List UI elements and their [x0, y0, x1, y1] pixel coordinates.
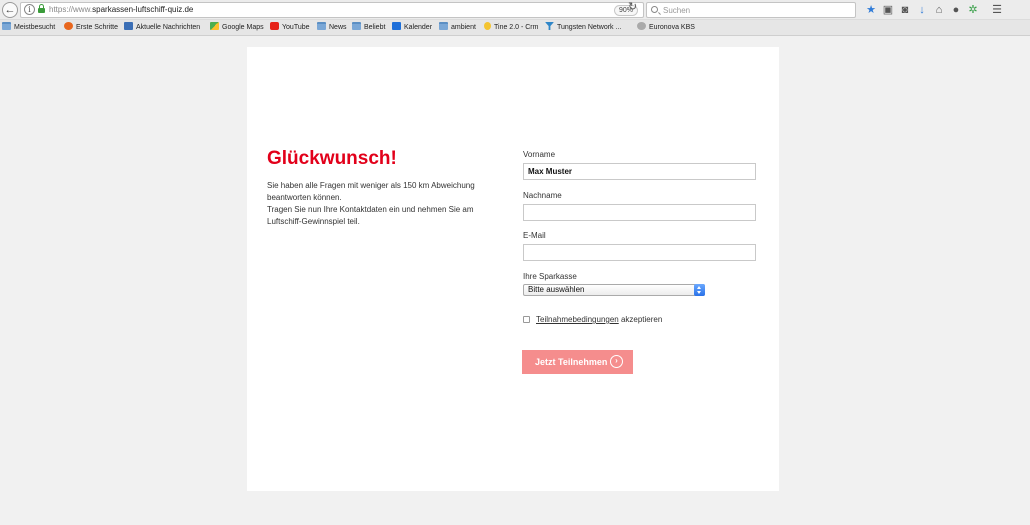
- bookmarks-bar: Meistbesucht Erste Schritte Aktuelle Nac…: [0, 20, 1030, 36]
- terms-checkbox[interactable]: [523, 316, 530, 323]
- bookmark-label: YouTube: [282, 24, 310, 31]
- bookmark-label: Tine 2.0 - Crm: [494, 24, 539, 31]
- intro-line-2: Tragen Sie nun Ihre Kontaktdaten ein und…: [267, 205, 474, 226]
- sparkasse-label: Ihre Sparkasse: [523, 272, 577, 281]
- tine-icon: [484, 22, 491, 30]
- terms-row: Teilnahmebedingungen akzeptieren: [523, 315, 662, 324]
- extension-icon[interactable]: ●: [949, 3, 963, 17]
- maps-icon: [210, 22, 219, 30]
- bookmark-label: News: [329, 24, 347, 31]
- bookmark-tine[interactable]: Tine 2.0 - Crm: [484, 22, 538, 34]
- clipboard-icon[interactable]: ▣: [881, 3, 895, 17]
- bookmark-euronova[interactable]: Euronova KBS: [637, 22, 695, 34]
- bookmark-label: Euronova KBS: [649, 24, 695, 31]
- email-field[interactable]: [523, 244, 756, 261]
- bookmark-label: ambient: [451, 24, 476, 31]
- terms-link[interactable]: Teilnahmebedingungen: [536, 315, 619, 324]
- url-text[interactable]: https://www.sparkassen-luftschiff-quiz.d…: [49, 5, 193, 14]
- globe-icon: [637, 22, 646, 30]
- bookmark-google-maps[interactable]: Google Maps: [210, 22, 264, 34]
- intro-line-1: Sie haben alle Fragen mit weniger als 15…: [267, 181, 475, 202]
- info-icon[interactable]: i: [24, 4, 35, 15]
- search-bar[interactable]: [646, 2, 856, 18]
- sparkasse-selected-value: Bitte auswählen: [528, 285, 585, 294]
- email-label: E-Mail: [523, 231, 546, 240]
- submit-label: Jetzt Teilnehmen: [535, 357, 608, 367]
- youtube-icon: [270, 22, 279, 30]
- bookmark-label: Tungsten Network ...: [557, 24, 622, 31]
- url-domain: sparkassen-luftschiff-quiz.de: [92, 5, 194, 14]
- menu-icon[interactable]: ☰: [990, 3, 1004, 17]
- bookmark-label: Beliebt: [364, 24, 386, 31]
- intro-text: Sie haben alle Fragen mit weniger als 15…: [267, 180, 497, 228]
- bookmark-label: Erste Schritte: [76, 24, 119, 31]
- bookmark-label: Aktuelle Nachrichten: [136, 24, 201, 31]
- chevron-right-icon: ›: [610, 355, 623, 368]
- folder-icon: [2, 22, 11, 30]
- home-icon[interactable]: ⌂: [932, 3, 946, 17]
- pocket-icon[interactable]: ◙: [898, 3, 912, 17]
- lock-icon[interactable]: [38, 4, 45, 13]
- browser-toolbar: ← i https://www.sparkassen-luftschiff-qu…: [0, 0, 1030, 20]
- firefox-icon: [64, 22, 73, 30]
- bookmark-star-icon[interactable]: ★: [864, 3, 878, 17]
- tungsten-icon: [545, 22, 554, 30]
- bookmark-ambient[interactable]: ambient: [439, 22, 476, 34]
- news-icon: [124, 22, 133, 30]
- terms-suffix: akzeptieren: [618, 315, 663, 324]
- bookmark-news[interactable]: News: [317, 22, 347, 34]
- lastname-field[interactable]: [523, 204, 756, 221]
- firstname-label: Vorname: [523, 150, 556, 159]
- lastname-label: Nachname: [523, 191, 562, 200]
- bookmark-erste-schritte[interactable]: Erste Schritte: [64, 22, 118, 34]
- page-title: Glückwunsch!: [267, 148, 397, 169]
- folder-icon: [352, 22, 361, 30]
- submit-button[interactable]: Jetzt Teilnehmen ›: [522, 350, 633, 374]
- bookmark-meistbesucht[interactable]: Meistbesucht: [2, 22, 55, 34]
- bookmark-beliebt[interactable]: Beliebt: [352, 22, 385, 34]
- select-arrows-icon[interactable]: [694, 284, 705, 296]
- back-arrow-icon[interactable]: ←: [2, 2, 18, 18]
- search-icon: [651, 6, 658, 13]
- download-icon[interactable]: ↓: [915, 3, 929, 17]
- calendar-icon: [392, 22, 401, 30]
- bookmark-label: Google Maps: [222, 24, 264, 31]
- reload-icon[interactable]: ↻: [628, 0, 637, 13]
- bookmark-aktuelle-nachrichten[interactable]: Aktuelle Nachrichten: [124, 22, 200, 34]
- search-input[interactable]: [663, 4, 851, 16]
- bookmark-tungsten[interactable]: Tungsten Network ...: [545, 22, 621, 34]
- folder-icon: [439, 22, 448, 30]
- bookmark-youtube[interactable]: YouTube: [270, 22, 310, 34]
- content-card: Glückwunsch! Sie haben alle Fragen mit w…: [247, 47, 779, 491]
- addon-icon[interactable]: ✲: [966, 3, 980, 17]
- bookmark-kalender[interactable]: Kalender: [392, 22, 432, 34]
- folder-icon: [317, 22, 326, 30]
- sparkasse-select[interactable]: Bitte auswählen: [523, 284, 705, 296]
- firstname-field[interactable]: [523, 163, 756, 180]
- url-prefix: https://www.: [49, 5, 93, 14]
- bookmark-label: Kalender: [404, 24, 433, 31]
- address-bar[interactable]: i https://www.sparkassen-luftschiff-quiz…: [20, 2, 644, 18]
- bookmark-label: Meistbesucht: [14, 24, 56, 31]
